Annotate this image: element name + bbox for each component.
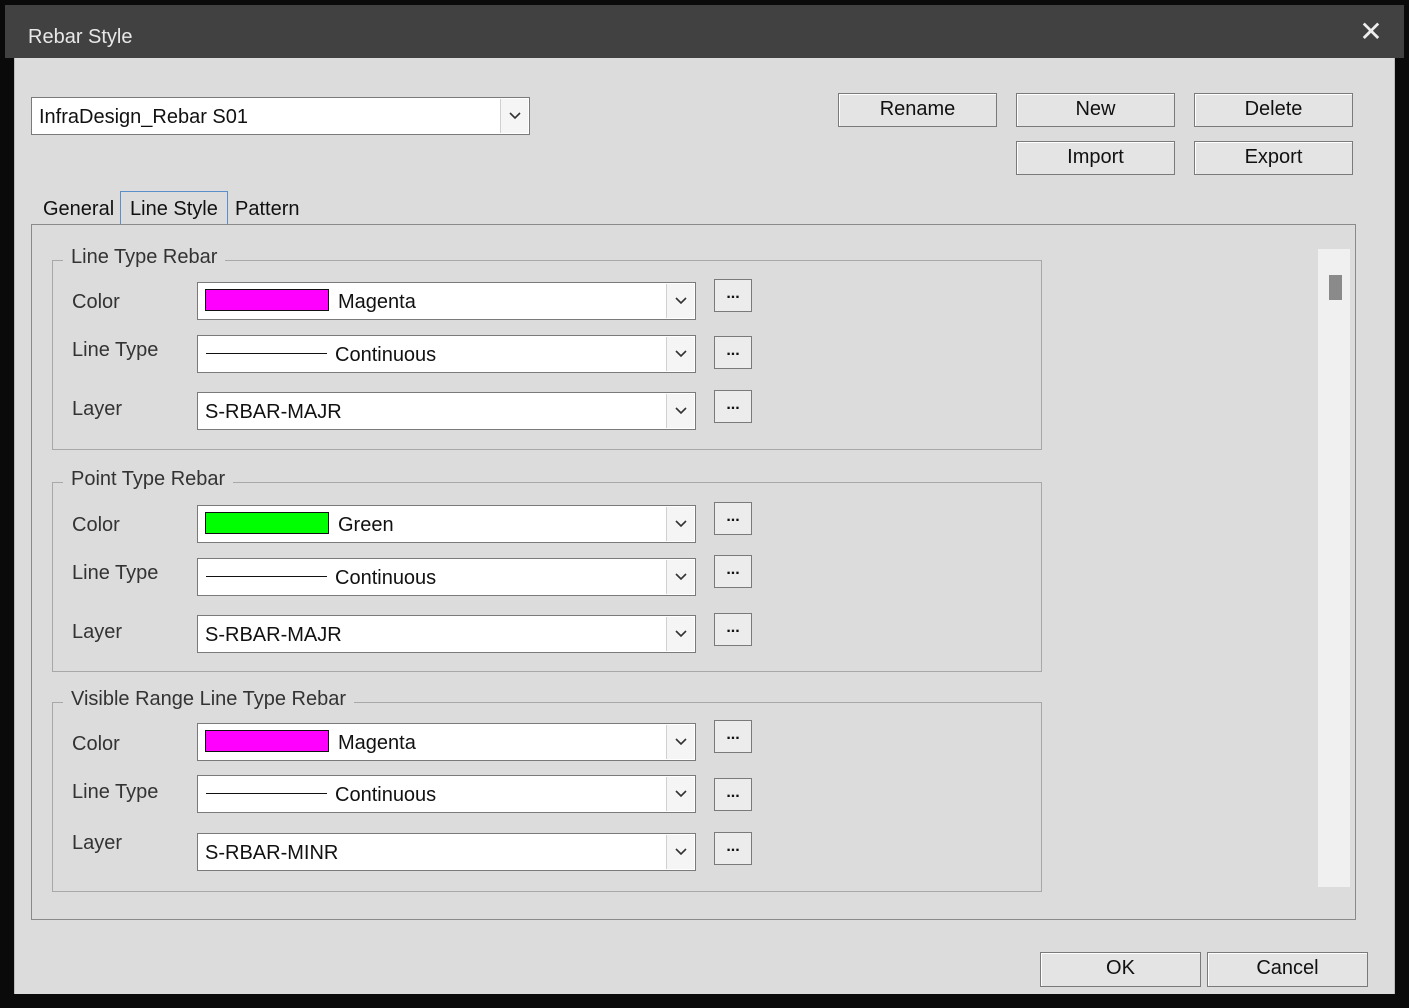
line-type-browse-button[interactable]: ... [714, 336, 752, 369]
vertical-scrollbar[interactable] [1318, 249, 1350, 887]
line-type-label: Line Type [72, 339, 159, 361]
rebar-style-dialog: Rebar Style ✕ InfraDesign_Rebar S01 Rena… [0, 0, 1409, 1008]
chevron-down-icon[interactable] [666, 337, 694, 371]
line-type-rebar-group: Line Type Rebar Color Magenta ... Line T… [52, 246, 1042, 450]
ok-button[interactable]: OK [1040, 952, 1201, 987]
delete-button[interactable]: Delete [1194, 93, 1353, 127]
line-type-value: Continuous [335, 784, 437, 806]
line-sample [206, 576, 327, 577]
line-sample [206, 353, 327, 354]
color-label: Color [72, 291, 120, 313]
layer-value: S-RBAR-MINR [205, 842, 339, 864]
chevron-down-icon[interactable] [500, 99, 528, 133]
title-bar[interactable]: Rebar Style ✕ [5, 5, 1404, 58]
line-type-dropdown[interactable]: Continuous [197, 558, 696, 596]
new-button[interactable]: New [1016, 93, 1175, 127]
chevron-down-icon[interactable] [666, 725, 694, 759]
chevron-down-icon[interactable] [666, 835, 694, 869]
chevron-down-icon[interactable] [666, 284, 694, 318]
color-label: Color [72, 514, 120, 536]
line-type-dropdown[interactable]: Continuous [197, 775, 696, 813]
chevron-down-icon[interactable] [666, 560, 694, 594]
group-title: Line Type Rebar [63, 246, 226, 269]
color-value: Magenta [338, 291, 416, 313]
scrollbar-thumb[interactable] [1329, 275, 1342, 300]
layer-dropdown[interactable]: S-RBAR-MAJR [197, 615, 696, 653]
layer-label: Layer [72, 832, 123, 854]
color-dropdown[interactable]: Magenta [197, 282, 696, 320]
rename-button[interactable]: Rename [838, 93, 997, 127]
cancel-button[interactable]: Cancel [1207, 952, 1368, 987]
line-type-label: Line Type [72, 562, 159, 584]
chevron-down-icon[interactable] [666, 394, 694, 428]
tab-general[interactable]: General [43, 198, 114, 221]
layer-label: Layer [72, 621, 123, 643]
chevron-down-icon[interactable] [666, 507, 694, 541]
color-browse-button[interactable]: ... [714, 279, 752, 312]
color-swatch [205, 289, 329, 311]
line-sample [206, 793, 327, 794]
color-swatch [205, 730, 329, 752]
style-name-dropdown[interactable]: InfraDesign_Rebar S01 [31, 97, 530, 135]
layer-label: Layer [72, 398, 123, 420]
tab-line-style[interactable]: Line Style [120, 191, 228, 226]
line-style-panel: Line Type Rebar Color Magenta ... Line T… [31, 224, 1356, 920]
layer-dropdown[interactable]: S-RBAR-MINR [197, 833, 696, 871]
close-icon[interactable]: ✕ [1358, 18, 1384, 46]
chevron-down-icon[interactable] [666, 777, 694, 811]
layer-browse-button[interactable]: ... [714, 390, 752, 423]
layer-browse-button[interactable]: ... [714, 613, 752, 646]
dialog-body: InfraDesign_Rebar S01 Rename New Delete … [14, 58, 1395, 994]
line-type-value: Continuous [335, 344, 437, 366]
layer-value: S-RBAR-MAJR [205, 624, 342, 646]
color-value: Magenta [338, 732, 416, 754]
layer-value: S-RBAR-MAJR [205, 401, 342, 423]
group-title: Point Type Rebar [63, 468, 234, 491]
color-label: Color [72, 733, 120, 755]
color-swatch [205, 512, 329, 534]
point-type-rebar-group: Point Type Rebar Color Green ... Line Ty… [52, 468, 1042, 672]
style-name-value: InfraDesign_Rebar S01 [39, 106, 249, 128]
layer-dropdown[interactable]: S-RBAR-MAJR [197, 392, 696, 430]
color-dropdown[interactable]: Green [197, 505, 696, 543]
group-title: Visible Range Line Type Rebar [63, 688, 354, 711]
layer-browse-button[interactable]: ... [714, 832, 752, 865]
line-type-browse-button[interactable]: ... [714, 778, 752, 811]
chevron-down-icon[interactable] [666, 617, 694, 651]
color-dropdown[interactable]: Magenta [197, 723, 696, 761]
color-value: Green [338, 514, 394, 536]
window-title: Rebar Style [28, 26, 133, 48]
line-type-label: Line Type [72, 781, 159, 803]
import-button[interactable]: Import [1016, 141, 1175, 175]
line-type-value: Continuous [335, 567, 437, 589]
tab-pattern[interactable]: Pattern [235, 198, 299, 221]
line-type-dropdown[interactable]: Continuous [197, 335, 696, 373]
export-button[interactable]: Export [1194, 141, 1353, 175]
visible-range-line-type-rebar-group: Visible Range Line Type Rebar Color Mage… [52, 688, 1042, 892]
color-browse-button[interactable]: ... [714, 720, 752, 753]
color-browse-button[interactable]: ... [714, 502, 752, 535]
line-type-browse-button[interactable]: ... [714, 555, 752, 588]
